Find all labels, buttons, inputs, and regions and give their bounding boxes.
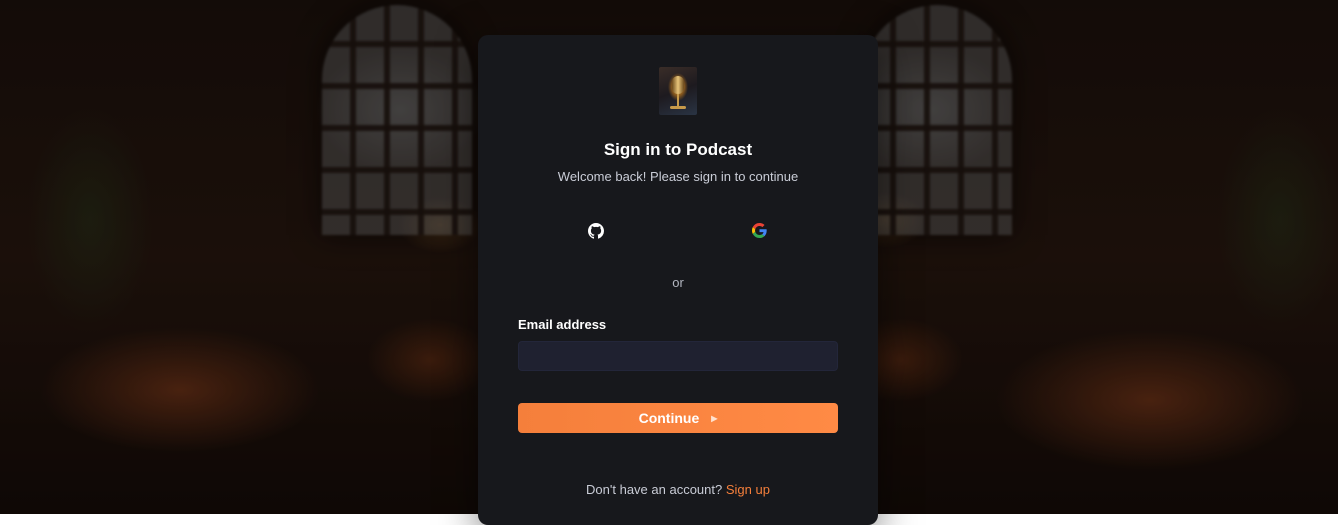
logo-base <box>670 106 686 109</box>
email-field[interactable] <box>518 341 838 371</box>
signup-prompt-text: Don't have an account? <box>586 482 723 497</box>
sign-up-link[interactable]: Sign up <box>726 482 770 497</box>
github-icon <box>588 222 604 244</box>
podcast-logo <box>659 67 697 115</box>
continue-label: Continue <box>638 410 700 426</box>
or-divider: or <box>672 275 684 290</box>
sign-in-card: Sign in to Podcast Welcome back! Please … <box>478 35 878 525</box>
continue-button[interactable]: Continue ▶ <box>518 403 838 433</box>
email-label: Email address <box>518 317 607 332</box>
caret-right-icon: ▶ <box>711 413 718 423</box>
github-sign-in-button[interactable] <box>516 217 676 249</box>
google-sign-in-button[interactable] <box>679 217 839 249</box>
signup-prompt: Don't have an account? Sign up <box>478 482 878 497</box>
page-subtitle: Welcome back! Please sign in to continue <box>557 169 799 184</box>
google-icon <box>751 223 767 243</box>
page-title: Sign in to Podcast <box>603 140 753 159</box>
microphone-icon <box>672 76 684 94</box>
